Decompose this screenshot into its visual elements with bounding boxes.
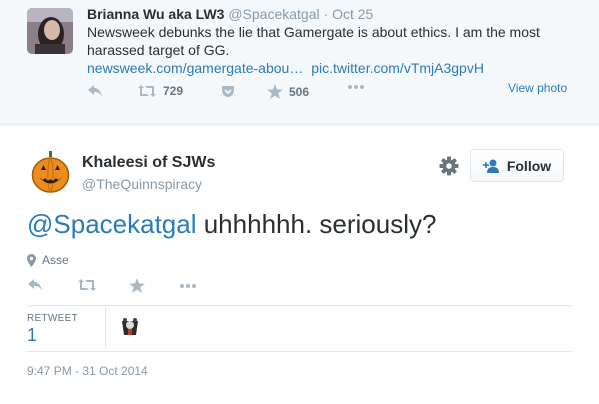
more-button[interactable] (179, 283, 197, 289)
divider (27, 351, 572, 352)
follow-button[interactable]: Follow (470, 149, 564, 182)
tweet-actions: 729 506 (87, 84, 387, 100)
author-handle[interactable]: @Spacekatgal (228, 6, 319, 22)
reply-button[interactable] (87, 84, 103, 98)
gear-button[interactable] (439, 156, 459, 176)
tweet-actions (27, 278, 227, 294)
retweet-stat-label: RETWEET (27, 313, 78, 324)
pocket-icon (222, 86, 234, 97)
tweet-date[interactable]: Oct 25 (332, 6, 373, 22)
add-user-icon (482, 159, 499, 173)
more-icon (348, 85, 364, 89)
mention-link[interactable]: @Spacekatgal (27, 209, 197, 239)
divider (105, 308, 106, 348)
avatar[interactable] (27, 8, 73, 54)
separator: · (323, 6, 329, 22)
author-name[interactable]: Brianna Wu aka LW3 (87, 6, 224, 22)
avatar[interactable] (27, 149, 73, 195)
tweet-text: @Spacekatgal uhhhhhh. seriously? (27, 208, 436, 240)
retweeter-avatar[interactable] (118, 315, 142, 339)
parent-tweet[interactable]: Brianna Wu aka LW3 @Spacekatgal · Oct 25… (0, 0, 599, 125)
divider (27, 305, 572, 306)
retweet-count: 729 (163, 84, 184, 98)
tweet-timestamp[interactable]: 9:47 PM - 31 Oct 2014 (27, 364, 148, 378)
location-pin-icon (27, 253, 36, 267)
favorite-button[interactable]: 506 (267, 84, 309, 99)
reply-icon (88, 85, 102, 97)
pocket-button[interactable] (221, 84, 235, 98)
reply-icon (28, 279, 42, 291)
tweet-header: Brianna Wu aka LW3 @Spacekatgal · Oct 25 (87, 6, 373, 22)
gear-icon (439, 156, 459, 176)
favorite-count: 506 (289, 84, 310, 99)
favorite-button[interactable] (129, 278, 145, 293)
article-link[interactable]: newsweek.com/gamergate-abou… (87, 60, 303, 76)
tweet-body: uhhhhhh. seriously? (196, 209, 437, 239)
more-button[interactable] (347, 84, 365, 90)
star-icon (267, 84, 283, 99)
tweet-text: Newsweek debunks the lie that Gamergate … (87, 24, 540, 58)
retweet-icon (138, 85, 156, 97)
author-handle[interactable]: @TheQuinnspiracy (82, 176, 202, 192)
tweet-location[interactable]: Asse (27, 253, 69, 267)
more-icon (180, 284, 196, 288)
photo-link[interactable]: pic.twitter.com/vTmjA3gpvH (311, 60, 484, 76)
retweet-stat-count[interactable]: 1 (27, 325, 37, 346)
reply-button[interactable] (27, 278, 43, 292)
view-photo-link[interactable]: View photo (508, 81, 567, 95)
retweet-button[interactable]: 729 (137, 84, 183, 98)
tweet-links: newsweek.com/gamergate-abou… pic.twitter… (87, 59, 488, 77)
author-name[interactable]: Khaleesi of SJWs (82, 154, 215, 172)
retweet-icon (78, 279, 96, 291)
retweet-button[interactable] (77, 278, 97, 292)
star-icon (129, 278, 145, 293)
follow-label: Follow (506, 157, 552, 174)
location-label: Asse (42, 253, 69, 267)
